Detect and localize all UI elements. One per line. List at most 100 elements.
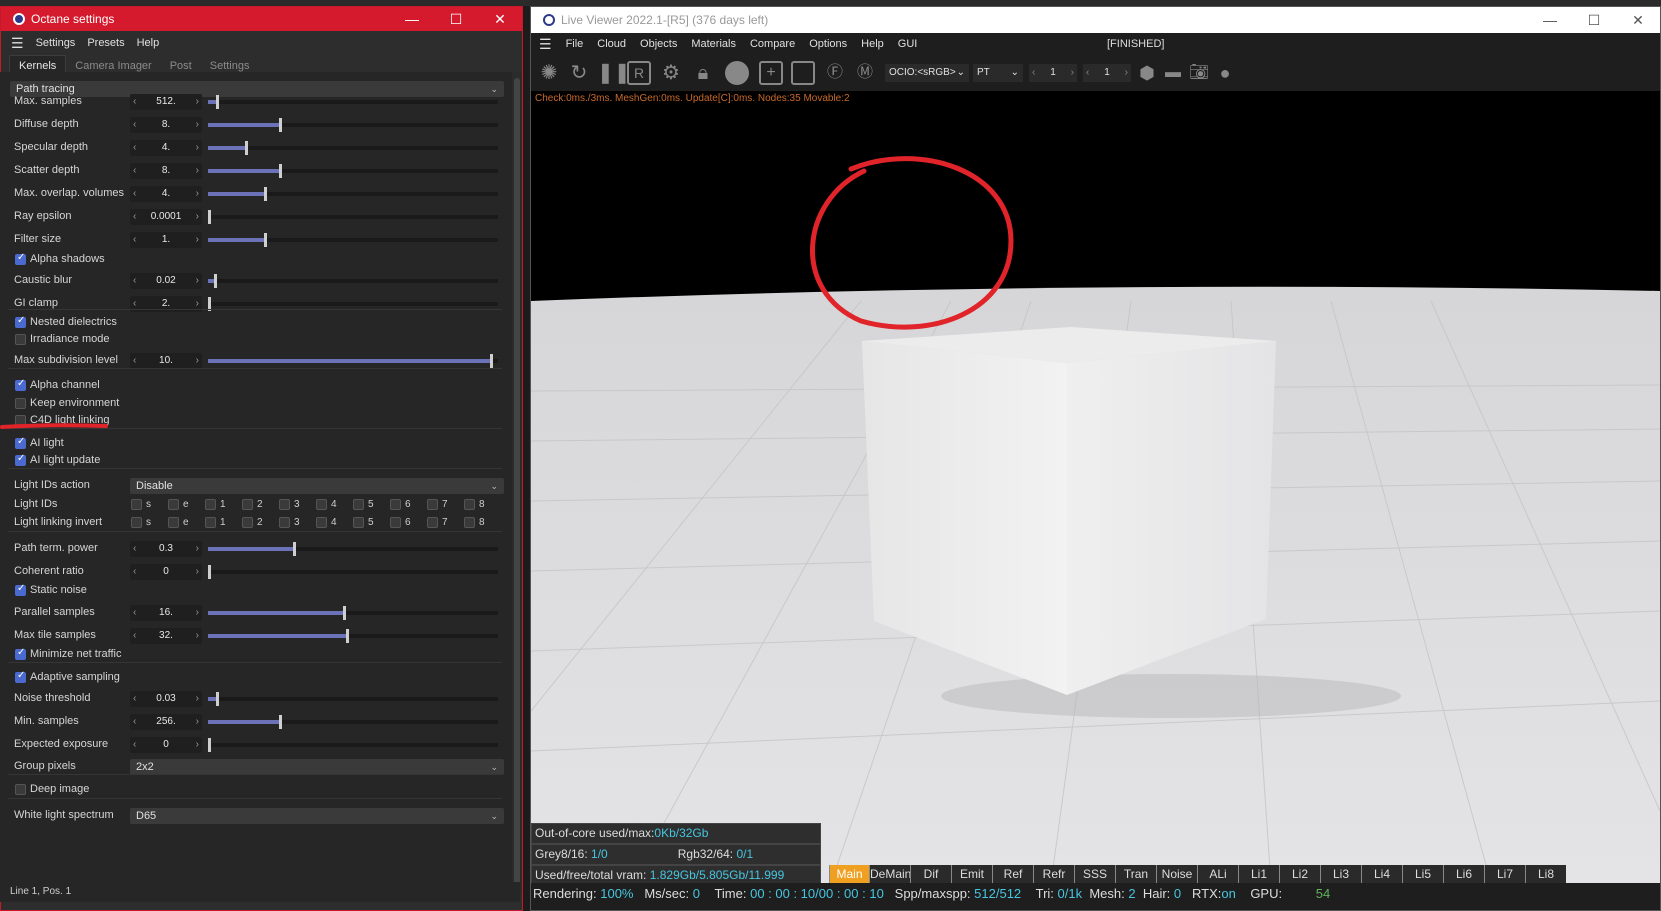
pass-tab-emit[interactable]: Emit (951, 865, 992, 883)
chevron-left-icon[interactable]: ‹ (133, 605, 136, 621)
max-subdiv-slider[interactable] (208, 354, 498, 368)
scatter-depth-slider[interactable] (208, 164, 498, 178)
slider-handle[interactable] (346, 629, 349, 643)
white-light-select[interactable]: D65 ⌄ (130, 808, 504, 824)
settings-gear-icon[interactable]: ⚙ (659, 61, 683, 85)
group-pixels-select[interactable]: 2x2 ⌄ (130, 759, 504, 775)
region-render-icon[interactable]: R (627, 61, 651, 85)
chevron-right-icon[interactable]: › (196, 117, 199, 133)
chevron-right-icon[interactable]: › (196, 353, 199, 369)
pass-tab-li6[interactable]: Li6 (1443, 865, 1484, 883)
kernel-select[interactable]: PT ⌄ (973, 64, 1023, 82)
ocio-select[interactable]: OCIO:<sRGB> ⌄ (885, 64, 969, 82)
min-samples-slider[interactable] (208, 715, 498, 729)
light-id-checkbox[interactable] (353, 499, 364, 510)
chevron-right-icon[interactable]: › (1125, 64, 1128, 82)
keep-env-checkbox[interactable] (15, 398, 26, 409)
deep-checkbox[interactable] (15, 784, 26, 795)
chevron-left-icon[interactable]: ‹ (133, 541, 136, 557)
material-sphere-icon[interactable] (725, 61, 749, 85)
chevron-right-icon[interactable]: › (196, 714, 199, 730)
slider-handle[interactable] (293, 542, 296, 556)
max-tile-slider[interactable] (208, 629, 498, 643)
slider-handle[interactable] (264, 233, 267, 247)
noise-thr-field[interactable]: ‹ 0.03 › (130, 691, 202, 707)
light-id-checkbox[interactable] (279, 499, 290, 510)
max-overlap-slider[interactable] (208, 187, 498, 201)
chevron-left-icon[interactable]: ‹ (133, 628, 136, 644)
caustic-blur-field[interactable]: ‹ 0.02 › (130, 273, 202, 289)
chevron-left-icon[interactable]: ‹ (133, 691, 136, 707)
alpha-shadows-checkbox[interactable] (15, 252, 26, 265)
parallel-field[interactable]: ‹ 16. › (130, 605, 202, 621)
chevron-right-icon[interactable]: › (196, 140, 199, 156)
counter-stepper-1[interactable]: ‹ 1 › (1029, 64, 1077, 82)
restart-icon[interactable]: ↻ (567, 61, 591, 85)
pass-tab-tran[interactable]: Tran (1115, 865, 1156, 883)
menu-cloud[interactable]: Cloud (597, 38, 626, 50)
scatter-depth-field[interactable]: ‹ 8. › (130, 163, 202, 179)
menu-materials[interactable]: Materials (691, 38, 736, 50)
max-subdiv-field[interactable]: ‹ 10. › (130, 353, 202, 369)
close-icon[interactable]: ✕ (1616, 12, 1660, 29)
chevron-right-icon[interactable]: › (1071, 64, 1074, 82)
slider-handle[interactable] (245, 141, 248, 155)
specular-depth-slider[interactable] (208, 141, 498, 155)
slider-handle[interactable] (214, 274, 217, 288)
add-region-icon[interactable]: + (759, 61, 783, 85)
coherent-slider[interactable] (208, 565, 498, 579)
ray-epsilon-field[interactable]: ‹ 0.0001 › (130, 209, 202, 225)
ray-epsilon-slider[interactable] (208, 210, 498, 224)
pass-tab-li1[interactable]: Li1 (1238, 865, 1279, 883)
menu-options[interactable]: Options (809, 38, 847, 50)
pass-tab-refr[interactable]: Refr (1033, 865, 1074, 883)
hamburger-icon[interactable]: ☰ (539, 36, 552, 53)
caustic-blur-slider[interactable] (208, 274, 498, 288)
pass-tab-sss[interactable]: SSS (1074, 865, 1115, 883)
max-samples-slider[interactable] (208, 95, 498, 109)
chevron-right-icon[interactable]: › (196, 737, 199, 753)
gi-clamp-slider[interactable] (208, 297, 498, 311)
pass-tab-li3[interactable]: Li3 (1320, 865, 1361, 883)
light-id-checkbox[interactable] (168, 517, 179, 528)
menu-compare[interactable]: Compare (750, 38, 795, 50)
light-id-checkbox[interactable] (427, 499, 438, 510)
menu-presets[interactable]: Presets (87, 37, 124, 49)
light-id-checkbox[interactable] (390, 517, 401, 528)
min-net-checkbox[interactable] (15, 647, 26, 660)
irradiance-checkbox[interactable] (15, 334, 26, 345)
light-id-checkbox[interactable] (131, 499, 142, 510)
menu-file[interactable]: File (566, 38, 584, 50)
ai-update-checkbox[interactable] (15, 453, 26, 466)
static-noise-checkbox[interactable] (15, 583, 26, 596)
diffuse-depth-slider[interactable] (208, 118, 498, 132)
slider-handle[interactable] (264, 187, 267, 201)
light-id-checkbox[interactable] (316, 499, 327, 510)
slider-handle[interactable] (279, 118, 282, 132)
nested-checkbox[interactable] (15, 315, 26, 328)
exposure-field[interactable]: ‹ 0 › (130, 737, 202, 753)
filter-size-slider[interactable] (208, 233, 498, 247)
light-id-checkbox[interactable] (168, 499, 179, 510)
light-id-checkbox[interactable] (464, 517, 475, 528)
chevron-right-icon[interactable]: › (196, 541, 199, 557)
light-ids-action-select[interactable]: Disable ⌄ (130, 478, 504, 494)
menu-objects[interactable]: Objects (640, 38, 677, 50)
chevron-right-icon[interactable]: › (196, 628, 199, 644)
pass-tab-li5[interactable]: Li5 (1402, 865, 1443, 883)
light-id-checkbox[interactable] (205, 517, 216, 528)
chevron-left-icon[interactable]: ‹ (133, 209, 136, 225)
chevron-left-icon[interactable]: ‹ (133, 186, 136, 202)
light-id-checkbox[interactable] (131, 517, 142, 528)
diffuse-depth-field[interactable]: ‹ 8. › (130, 117, 202, 133)
light-id-checkbox[interactable] (390, 499, 401, 510)
pause-icon[interactable]: ❚❚ (597, 61, 631, 85)
pass-tab-dif[interactable]: Dif (910, 865, 951, 883)
alpha-channel-checkbox[interactable] (15, 378, 26, 391)
chevron-right-icon[interactable]: › (196, 605, 199, 621)
settings-scrollbar[interactable] (512, 72, 522, 892)
slider-handle[interactable] (490, 354, 493, 368)
kernel-select[interactable]: Path tracing ⌄ (10, 81, 504, 97)
film-icon[interactable]: ▬ (1161, 61, 1185, 85)
menu-gui[interactable]: GUI (898, 38, 918, 50)
